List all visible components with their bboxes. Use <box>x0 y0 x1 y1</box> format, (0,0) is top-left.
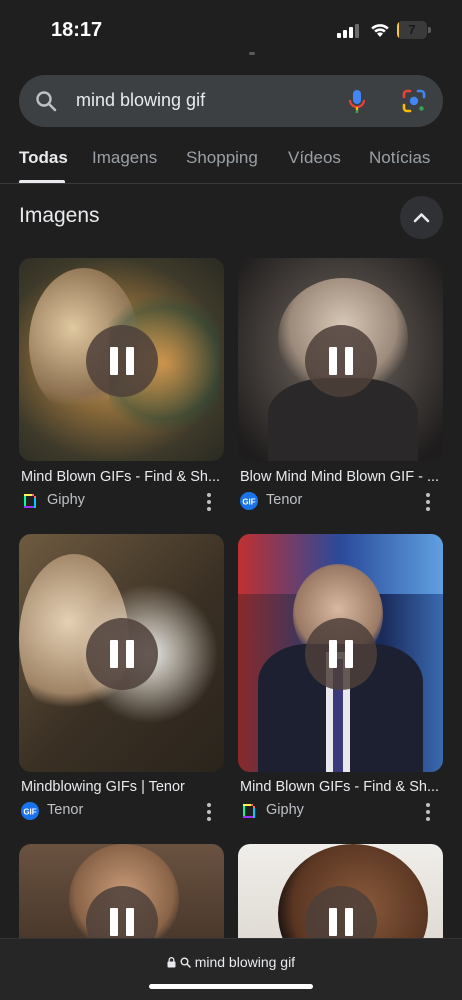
result-source[interactable]: GIF Tenor <box>240 491 440 511</box>
more-options-icon[interactable] <box>207 803 211 821</box>
tab-todas[interactable]: Todas <box>19 148 68 168</box>
result-thumbnail[interactable] <box>238 534 443 772</box>
pause-icon <box>329 347 337 375</box>
microphone-icon[interactable] <box>347 89 367 115</box>
giphy-icon <box>243 804 255 818</box>
pause-icon <box>110 347 118 375</box>
search-tabs: Todas Imagens Shopping Vídeos Notícias <box>0 140 462 184</box>
image-result-card[interactable]: Mind Blown GIFs - Find & Sh... Giphy <box>19 258 224 518</box>
battery-level: 7 <box>408 22 416 37</box>
wifi-icon <box>371 24 389 37</box>
image-result-card[interactable]: Blow Mind Mind Blown GIF - ... GIF Tenor <box>238 258 443 518</box>
tab-imagens[interactable]: Imagens <box>92 148 157 168</box>
result-thumbnail[interactable] <box>238 258 443 461</box>
image-result-card[interactable] <box>238 844 443 984</box>
result-source[interactable]: Giphy <box>240 801 440 821</box>
result-source[interactable]: GIF Tenor <box>21 801 221 821</box>
tab-videos[interactable]: Vídeos <box>288 148 341 168</box>
more-options-icon[interactable] <box>207 493 211 511</box>
more-options-icon[interactable] <box>426 803 430 821</box>
result-title[interactable]: Blow Mind Mind Blown GIF - ... <box>240 469 440 485</box>
search-bar[interactable]: mind blowing gif <box>19 75 443 127</box>
source-name: Tenor <box>266 492 303 508</box>
tenor-icon: GIF <box>21 802 39 820</box>
active-tab-indicator <box>19 180 65 183</box>
svg-text:GIF: GIF <box>23 808 36 817</box>
search-input[interactable]: mind blowing gif <box>76 90 205 111</box>
result-source[interactable]: Giphy <box>21 491 221 511</box>
tab-noticias[interactable]: Notícias <box>369 148 430 168</box>
image-result-card[interactable]: Mindblowing GIFs | Tenor GIF Tenor <box>19 534 224 826</box>
source-name: Giphy <box>266 802 304 818</box>
search-small-icon <box>180 957 191 968</box>
result-title[interactable]: Mind Blown GIFs - Find & Sh... <box>21 469 221 485</box>
image-result-card[interactable]: Mind Blown GIFs - Find & Sh... Giphy <box>238 534 443 826</box>
cellular-signal-icon <box>337 24 359 38</box>
result-title[interactable]: Mindblowing GIFs | Tenor <box>21 779 221 795</box>
section-title: Imagens <box>19 204 100 227</box>
chevron-up-icon <box>413 213 430 223</box>
result-title[interactable]: Mind Blown GIFs - Find & Sh... <box>240 779 440 795</box>
pause-button[interactable] <box>305 618 377 690</box>
image-result-card[interactable] <box>19 844 224 984</box>
tenor-icon: GIF <box>240 492 258 510</box>
status-bar: 18:17 7 <box>0 0 462 56</box>
pause-icon <box>329 908 337 936</box>
giphy-icon <box>24 494 36 508</box>
search-icon[interactable] <box>35 90 57 112</box>
source-name: Giphy <box>47 492 85 508</box>
collapse-button[interactable] <box>400 196 443 239</box>
page-indicator <box>249 52 255 55</box>
lock-icon <box>167 957 176 968</box>
result-thumbnail[interactable] <box>19 534 224 772</box>
pause-icon <box>110 640 118 668</box>
pause-button[interactable] <box>86 325 158 397</box>
svg-text:GIF: GIF <box>242 498 255 507</box>
pause-icon <box>329 640 337 668</box>
more-options-icon[interactable] <box>426 493 430 511</box>
pause-icon <box>110 908 118 936</box>
url-display[interactable]: mind blowing gif <box>0 954 462 970</box>
address-bar[interactable]: mind blowing gif <box>0 938 462 1000</box>
google-lens-icon[interactable] <box>401 88 427 114</box>
battery-icon: 7 <box>397 21 431 39</box>
home-indicator[interactable] <box>149 984 313 989</box>
url-text: mind blowing gif <box>194 954 296 970</box>
result-thumbnail[interactable] <box>19 258 224 461</box>
pause-button[interactable] <box>86 618 158 690</box>
status-time: 18:17 <box>51 19 103 41</box>
pause-button[interactable] <box>305 325 377 397</box>
source-name: Tenor <box>47 802 84 818</box>
tab-shopping[interactable]: Shopping <box>186 148 258 168</box>
